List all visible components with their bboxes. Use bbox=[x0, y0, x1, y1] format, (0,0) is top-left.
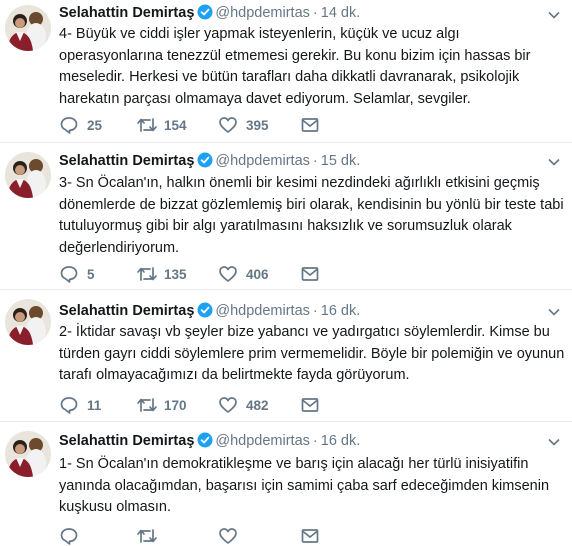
timestamp[interactable]: 14 dk. bbox=[321, 5, 361, 21]
tweet-text: 3- Sn Öcalan'ın, halkın önemli bir kesim… bbox=[59, 175, 564, 256]
tweet-text: 4- Büyük ve ciddi işler yapmak isteyenle… bbox=[59, 26, 531, 107]
like-count: 395 bbox=[246, 118, 269, 133]
retweet-icon bbox=[137, 398, 157, 412]
reply-count: 25 bbox=[87, 118, 103, 133]
direct-message-icon bbox=[301, 118, 319, 132]
reply-icon bbox=[60, 397, 78, 414]
retweet-count: 154 bbox=[164, 118, 187, 133]
author-name[interactable]: Selahattin Demirtaş bbox=[59, 153, 194, 169]
tweet-2[interactable]: Selahattin Demirtaş @hdpdemirtas · 15 dk. 3… bbox=[0, 143, 572, 290]
tweet-3[interactable]: Selahattin Demirtaş @hdpdemirtas · 16 dk. 2… bbox=[0, 290, 572, 422]
author-handle[interactable]: @hdpdemirtas bbox=[215, 5, 310, 21]
avatar[interactable] bbox=[5, 5, 51, 51]
chevron-down-icon[interactable] bbox=[548, 438, 560, 446]
avatar[interactable] bbox=[5, 152, 51, 198]
author-handle[interactable]: @hdpdemirtas bbox=[215, 303, 310, 319]
like-icon bbox=[219, 266, 237, 282]
retweet-icon bbox=[137, 118, 157, 132]
timestamp[interactable]: 16 dk. bbox=[321, 303, 361, 319]
verified-badge-icon bbox=[197, 432, 213, 453]
tweet-header: Selahattin Demirtaş @hdpdemirtas · 14 dk. bbox=[59, 4, 360, 22]
chevron-down-icon[interactable] bbox=[548, 158, 560, 166]
retweet-count: 170 bbox=[164, 398, 187, 413]
separator-dot: · bbox=[312, 303, 318, 319]
tweet-1[interactable]: Selahattin Demirtaş @hdpdemirtas · 14 dk. 4… bbox=[0, 0, 572, 143]
like-count: 482 bbox=[246, 398, 269, 413]
direct-message-icon bbox=[301, 267, 319, 281]
verified-badge-icon bbox=[197, 4, 213, 25]
reply-icon bbox=[60, 117, 78, 134]
separator-dot: · bbox=[312, 153, 318, 169]
like-icon bbox=[219, 528, 237, 544]
like-icon bbox=[219, 117, 237, 133]
tweet-header: Selahattin Demirtaş @hdpdemirtas · 16 dk. bbox=[59, 432, 360, 450]
retweet-icon bbox=[137, 267, 157, 281]
profile-photo-icon bbox=[5, 152, 51, 198]
reply-icon bbox=[60, 528, 78, 545]
tweet-header: Selahattin Demirtaş @hdpdemirtas · 16 dk. bbox=[59, 302, 360, 320]
separator-dot: · bbox=[312, 5, 318, 21]
avatar[interactable] bbox=[5, 431, 51, 477]
like-icon bbox=[219, 397, 237, 413]
timestamp[interactable]: 15 dk. bbox=[321, 153, 361, 169]
chevron-down-icon[interactable] bbox=[548, 11, 560, 19]
direct-message-icon bbox=[301, 398, 319, 412]
like-count: 406 bbox=[246, 267, 269, 282]
chevron-down-icon[interactable] bbox=[548, 308, 560, 316]
profile-photo-icon bbox=[5, 5, 51, 51]
reply-count: 11 bbox=[87, 398, 102, 413]
reply-icon bbox=[60, 266, 78, 283]
author-name[interactable]: Selahattin Demirtaş bbox=[59, 5, 194, 21]
verified-badge-icon bbox=[197, 302, 213, 323]
avatar[interactable] bbox=[5, 299, 51, 345]
author-name[interactable]: Selahattin Demirtaş bbox=[59, 303, 194, 319]
tweet-header: Selahattin Demirtaş @hdpdemirtas · 15 dk. bbox=[59, 152, 360, 170]
profile-photo-icon bbox=[5, 431, 51, 477]
verified-badge-icon bbox=[197, 152, 213, 173]
retweet-icon bbox=[137, 529, 157, 543]
direct-message-icon bbox=[301, 529, 319, 543]
profile-photo-icon bbox=[5, 299, 51, 345]
retweet-count: 135 bbox=[164, 267, 187, 282]
tweet-text: 1- Sn Öcalan'ın demokratikleşme ve barış… bbox=[59, 456, 550, 516]
tweet-text: 2- İktidar savaşı vb şeyler bize yabancı… bbox=[59, 324, 565, 384]
author-handle[interactable]: @hdpdemirtas bbox=[215, 433, 310, 449]
separator-dot: · bbox=[312, 433, 318, 449]
author-name[interactable]: Selahattin Demirtaş bbox=[59, 433, 194, 449]
tweet-4[interactable]: Selahattin Demirtaş @hdpdemirtas · 16 dk. 1… bbox=[0, 422, 572, 545]
timestamp[interactable]: 16 dk. bbox=[321, 433, 361, 449]
reply-count: 5 bbox=[87, 267, 95, 282]
author-handle[interactable]: @hdpdemirtas bbox=[215, 153, 310, 169]
